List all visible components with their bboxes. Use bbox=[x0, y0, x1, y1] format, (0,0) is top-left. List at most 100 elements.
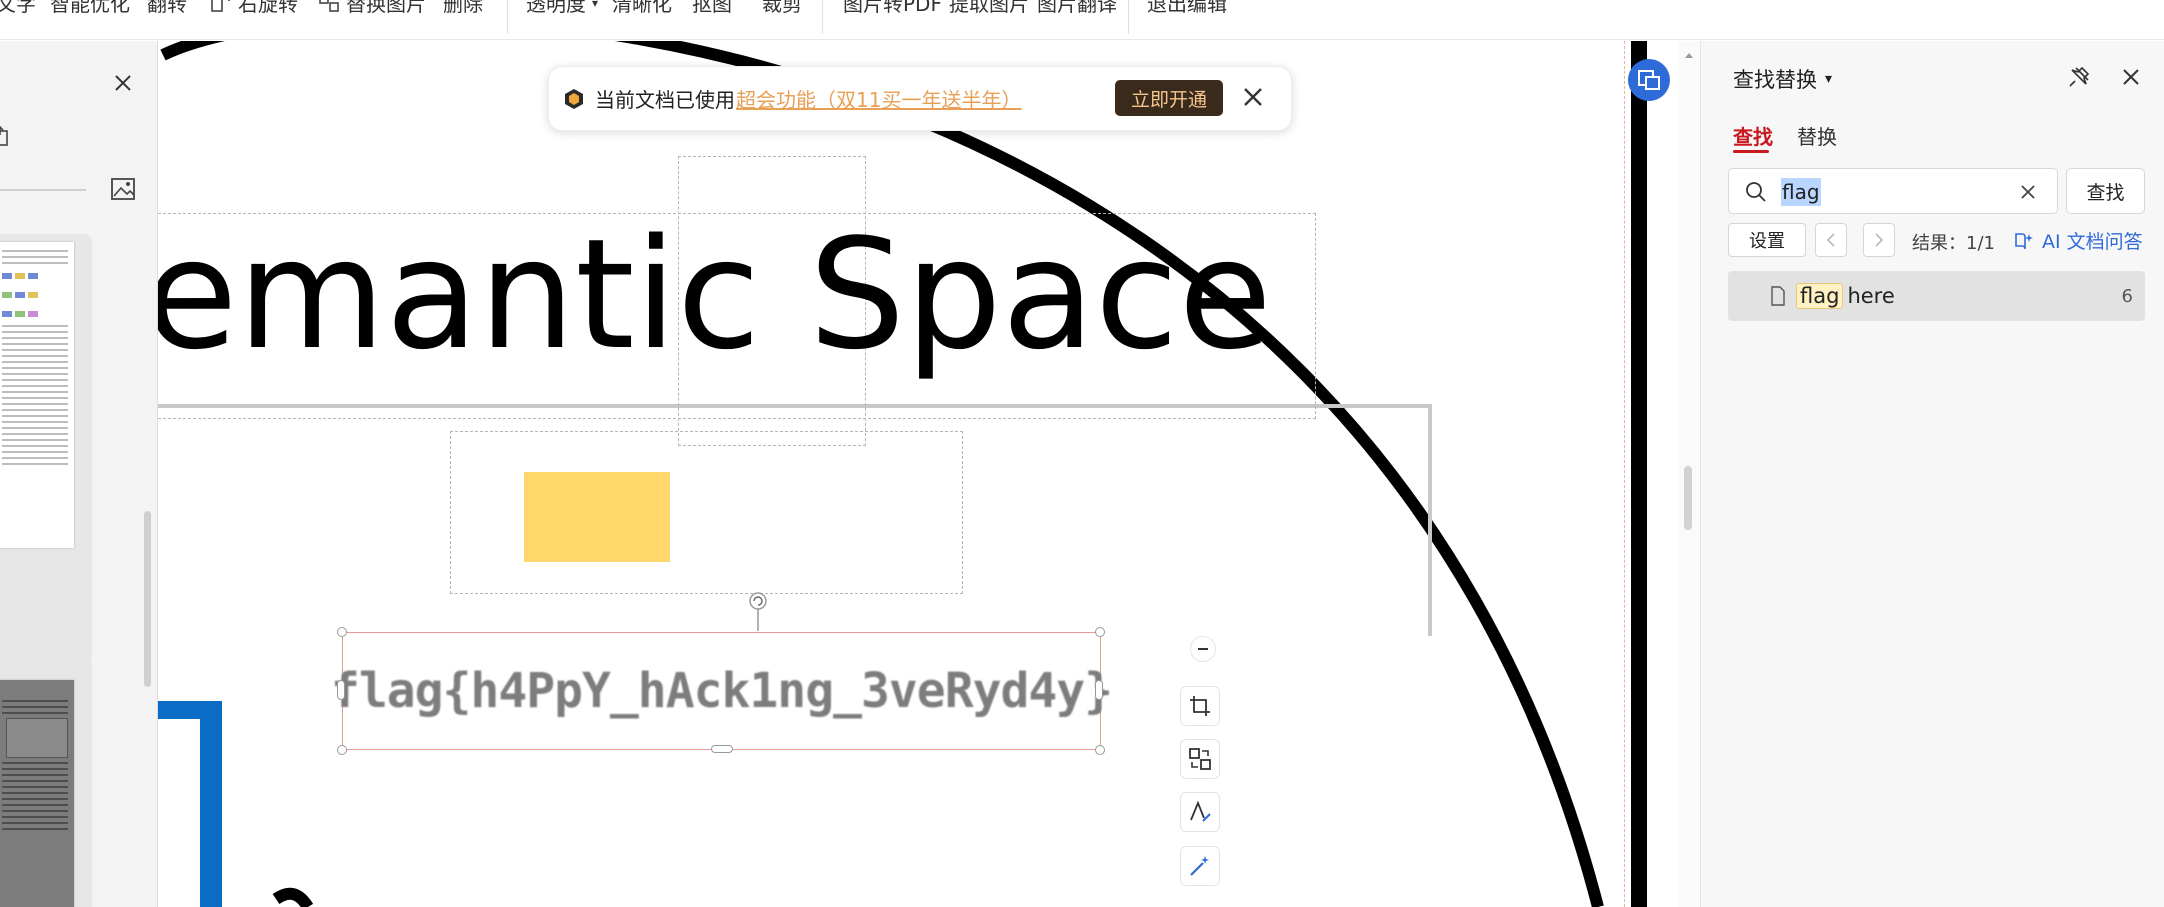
toolbar-replace-image-label: 替换图片 bbox=[346, 0, 426, 16]
toolbar-image-translate-button[interactable]: 图片翻译 bbox=[1037, 0, 1117, 17]
toolbar-cutout-button[interactable]: 抠图 bbox=[692, 0, 732, 17]
banner-text: 当前文档已使用 bbox=[595, 88, 735, 112]
toolbar-image-translate-label: 图片翻译 bbox=[1037, 0, 1117, 16]
next-result-button[interactable] bbox=[1863, 223, 1895, 257]
toolbar-divider bbox=[1128, 0, 1129, 34]
rotate-handle-icon[interactable] bbox=[746, 591, 770, 635]
canvas-scrollbar-thumb[interactable] bbox=[1684, 466, 1692, 530]
replace-image-tool-button[interactable] bbox=[1180, 739, 1220, 779]
tab-replace[interactable]: 替换 bbox=[1797, 121, 1837, 150]
find-replace-panel: 查找替换 ▾ 查找 替换 flag 查找 设置 结果：1/1 AI 文档问答 f… bbox=[1700, 41, 2164, 907]
toolbar-crop-label: 裁剪 bbox=[762, 0, 802, 16]
resize-handle[interactable] bbox=[337, 627, 347, 637]
result-count-text: 结果：1/1 bbox=[1912, 233, 1995, 254]
shape-placeholder-frame[interactable] bbox=[450, 431, 963, 594]
toolbar-image-to-pdf-label: 图片转PDF bbox=[843, 0, 942, 16]
toolbar-smart-optimize-button[interactable]: 智能优化 bbox=[50, 0, 130, 17]
toolbar-rotate-right-label: 右旋转 bbox=[238, 0, 298, 16]
toolbar-flip-button[interactable]: 翻转 bbox=[147, 0, 187, 17]
image-icon[interactable] bbox=[110, 177, 136, 201]
ai-enhance-tool-button[interactable] bbox=[1180, 846, 1220, 886]
clear-icon[interactable] bbox=[2019, 183, 2037, 201]
panel-title-dropdown[interactable]: 查找替换 ▾ bbox=[1733, 64, 1832, 94]
chevron-right-icon bbox=[1875, 233, 1884, 247]
thumbnail-page-image bbox=[0, 242, 74, 548]
replace-image-icon bbox=[1189, 748, 1211, 770]
export-icon[interactable] bbox=[0, 125, 10, 147]
thumbnail-divider bbox=[0, 189, 86, 191]
toolbar-opacity-dropdown[interactable]: 透明度 ▾ bbox=[526, 0, 598, 17]
result-context-text: here bbox=[1847, 284, 1895, 308]
text-edit-icon bbox=[1190, 800, 1211, 822]
chevron-down-icon: ▾ bbox=[1825, 71, 1833, 87]
replace-image-icon bbox=[319, 0, 339, 12]
search-input[interactable]: flag bbox=[1781, 178, 1821, 206]
close-icon[interactable] bbox=[113, 73, 133, 93]
resize-handle[interactable] bbox=[337, 745, 347, 755]
rotate-icon bbox=[211, 0, 230, 12]
toolbar-text-button[interactable]: 文字 bbox=[0, 0, 36, 17]
banner-promo-link[interactable]: 超会功能（双11买一年送半年） bbox=[736, 84, 1021, 113]
canvas-margin-guide bbox=[1624, 41, 1625, 907]
toolbar-opacity-label: 透明度 bbox=[526, 0, 586, 16]
resize-handle[interactable] bbox=[337, 680, 345, 700]
panel-title: 查找替换 bbox=[1733, 68, 1817, 92]
floating-assistant-icon[interactable] bbox=[1627, 58, 1671, 102]
toolbar-text-label: 文字 bbox=[0, 0, 36, 16]
collapse-tools-button[interactable] bbox=[1190, 636, 1216, 662]
pin-icon[interactable] bbox=[2067, 65, 2091, 89]
toolbar-cutout-label: 抠图 bbox=[692, 0, 732, 16]
slide-title[interactable]: emantic Space bbox=[158, 219, 1272, 371]
previous-result-button[interactable] bbox=[1815, 223, 1847, 257]
resize-handle[interactable] bbox=[1095, 745, 1105, 755]
toolbar-divider bbox=[822, 0, 823, 34]
toolbar-exit-edit-button[interactable]: 退出编辑 bbox=[1147, 0, 1227, 17]
search-result-item[interactable]: flag here 6 bbox=[1728, 271, 2145, 321]
tab-find[interactable]: 查找 bbox=[1733, 121, 1773, 150]
ai-doc-qa-label: AI 文档问答 bbox=[2042, 231, 2143, 253]
ai-doc-qa-link[interactable]: AI 文档问答 bbox=[2014, 227, 2143, 254]
toolbar-rotate-right-button[interactable]: 右旋转 bbox=[210, 0, 298, 17]
search-icon bbox=[1746, 182, 1766, 202]
thumbnail-page-image bbox=[0, 680, 74, 907]
text-style-tool-button[interactable] bbox=[1180, 792, 1220, 832]
document-canvas[interactable]: emantic Space flag{h4PpY_hAck1ng_3veRyd4… bbox=[158, 41, 1628, 907]
thumbnail-scrollbar[interactable] bbox=[144, 511, 151, 687]
toolbar-exit-edit-label: 退出编辑 bbox=[1147, 0, 1227, 16]
resize-handle[interactable] bbox=[711, 745, 733, 753]
chevron-left-icon bbox=[1826, 233, 1835, 247]
toolbar-delete-button[interactable]: 删除 bbox=[443, 0, 483, 17]
blue-shape-inner bbox=[158, 719, 200, 907]
small-arc bbox=[272, 887, 314, 907]
ai-book-icon bbox=[2015, 232, 2033, 249]
resize-handle[interactable] bbox=[1095, 680, 1103, 700]
thumbnail-panel bbox=[0, 41, 158, 907]
toolbar-replace-image-button[interactable]: 替换图片 bbox=[318, 0, 426, 17]
search-field[interactable]: flag bbox=[1728, 168, 2058, 214]
find-button[interactable]: 查找 bbox=[2066, 168, 2145, 214]
toolbar-crop-button[interactable]: 裁剪 bbox=[762, 0, 802, 17]
selected-image[interactable]: flag{h4PpY_hAck1ng_3veRyd4y} bbox=[331, 632, 1113, 750]
page-thumbnail[interactable] bbox=[0, 234, 92, 664]
toolbar-sharpen-button[interactable]: 清晰化 bbox=[612, 0, 672, 17]
minus-icon bbox=[1198, 648, 1208, 650]
membership-logo-icon bbox=[565, 88, 583, 109]
flag-image-text: flag{h4PpY_hAck1ng_3veRyd4y} bbox=[330, 663, 1113, 719]
settings-button[interactable]: 设置 bbox=[1728, 223, 1806, 257]
close-icon[interactable] bbox=[2121, 67, 2141, 87]
toolbar-extract-image-button[interactable]: 提取图片 bbox=[949, 0, 1029, 17]
toolbar-delete-label: 删除 bbox=[443, 0, 483, 16]
result-page-number: 6 bbox=[2121, 285, 2133, 307]
top-toolbar: 文字 智能优化 翻转 右旋转 替换图片 删除 透明度 ▾ 清晰化 抠图 裁剪 图片… bbox=[0, 0, 2164, 40]
toolbar-divider bbox=[507, 0, 508, 34]
close-icon[interactable] bbox=[1237, 81, 1269, 113]
crop-icon bbox=[1190, 696, 1210, 716]
magic-wand-icon bbox=[1190, 856, 1209, 876]
resize-handle[interactable] bbox=[1095, 627, 1105, 637]
crop-tool-button[interactable] bbox=[1180, 686, 1220, 726]
toolbar-image-to-pdf-button[interactable]: 图片转PDF bbox=[843, 0, 942, 17]
page-thumbnail[interactable] bbox=[0, 658, 92, 907]
scroll-up-icon[interactable] bbox=[1684, 51, 1694, 59]
activate-now-button[interactable]: 立即开通 bbox=[1115, 80, 1223, 116]
file-icon bbox=[1771, 286, 1785, 306]
